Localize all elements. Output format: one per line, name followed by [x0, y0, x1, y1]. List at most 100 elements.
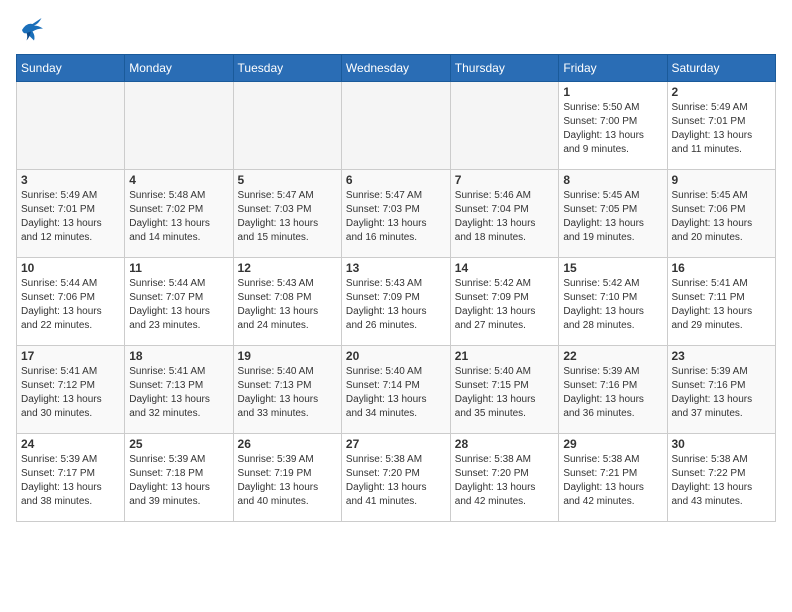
logo-bird-icon — [16, 16, 46, 44]
day-info: Sunrise: 5:41 AM Sunset: 7:11 PM Dayligh… — [672, 277, 772, 333]
day-info: Sunrise: 5:40 AM Sunset: 7:14 PM Dayligh… — [346, 365, 446, 421]
day-number: 15 — [563, 261, 662, 275]
day-number: 11 — [129, 261, 228, 275]
calendar-day-cell: 10 Sunrise: 5:44 AM Sunset: 7:06 PM Dayl… — [17, 258, 125, 346]
calendar-day-cell: 30 Sunrise: 5:38 AM Sunset: 7:22 PM Dayl… — [667, 434, 776, 522]
calendar-day-cell: 24 Sunrise: 5:39 AM Sunset: 7:17 PM Dayl… — [17, 434, 125, 522]
day-info: Sunrise: 5:39 AM Sunset: 7:19 PM Dayligh… — [238, 453, 337, 509]
calendar-day-header: Tuesday — [233, 55, 341, 82]
calendar-day-cell: 1 Sunrise: 5:50 AM Sunset: 7:00 PM Dayli… — [559, 82, 667, 170]
calendar-day-cell: 2 Sunrise: 5:49 AM Sunset: 7:01 PM Dayli… — [667, 82, 776, 170]
day-info: Sunrise: 5:38 AM Sunset: 7:20 PM Dayligh… — [455, 453, 555, 509]
calendar-day-header: Sunday — [17, 55, 125, 82]
calendar-day-cell: 28 Sunrise: 5:38 AM Sunset: 7:20 PM Dayl… — [450, 434, 559, 522]
calendar-day-cell: 13 Sunrise: 5:43 AM Sunset: 7:09 PM Dayl… — [341, 258, 450, 346]
day-number: 30 — [672, 437, 772, 451]
day-number: 17 — [21, 349, 120, 363]
day-info: Sunrise: 5:50 AM Sunset: 7:00 PM Dayligh… — [563, 101, 662, 157]
calendar-week-row: 3 Sunrise: 5:49 AM Sunset: 7:01 PM Dayli… — [17, 170, 776, 258]
day-number: 12 — [238, 261, 337, 275]
calendar-day-cell: 25 Sunrise: 5:39 AM Sunset: 7:18 PM Dayl… — [125, 434, 233, 522]
calendar-day-cell: 4 Sunrise: 5:48 AM Sunset: 7:02 PM Dayli… — [125, 170, 233, 258]
day-info: Sunrise: 5:45 AM Sunset: 7:05 PM Dayligh… — [563, 189, 662, 245]
day-info: Sunrise: 5:41 AM Sunset: 7:13 PM Dayligh… — [129, 365, 228, 421]
calendar-day-cell: 12 Sunrise: 5:43 AM Sunset: 7:08 PM Dayl… — [233, 258, 341, 346]
calendar-day-cell: 15 Sunrise: 5:42 AM Sunset: 7:10 PM Dayl… — [559, 258, 667, 346]
day-number: 1 — [563, 85, 662, 99]
day-number: 14 — [455, 261, 555, 275]
day-number: 19 — [238, 349, 337, 363]
day-number: 16 — [672, 261, 772, 275]
day-info: Sunrise: 5:42 AM Sunset: 7:09 PM Dayligh… — [455, 277, 555, 333]
calendar-day-cell: 29 Sunrise: 5:38 AM Sunset: 7:21 PM Dayl… — [559, 434, 667, 522]
day-number: 8 — [563, 173, 662, 187]
day-info: Sunrise: 5:41 AM Sunset: 7:12 PM Dayligh… — [21, 365, 120, 421]
calendar-day-cell — [17, 82, 125, 170]
calendar-day-header: Wednesday — [341, 55, 450, 82]
calendar-day-cell — [341, 82, 450, 170]
day-info: Sunrise: 5:40 AM Sunset: 7:15 PM Dayligh… — [455, 365, 555, 421]
day-number: 7 — [455, 173, 555, 187]
day-number: 28 — [455, 437, 555, 451]
day-info: Sunrise: 5:39 AM Sunset: 7:18 PM Dayligh… — [129, 453, 228, 509]
calendar-day-cell: 16 Sunrise: 5:41 AM Sunset: 7:11 PM Dayl… — [667, 258, 776, 346]
calendar-week-row: 1 Sunrise: 5:50 AM Sunset: 7:00 PM Dayli… — [17, 82, 776, 170]
calendar-week-row: 24 Sunrise: 5:39 AM Sunset: 7:17 PM Dayl… — [17, 434, 776, 522]
calendar-day-cell: 11 Sunrise: 5:44 AM Sunset: 7:07 PM Dayl… — [125, 258, 233, 346]
day-info: Sunrise: 5:49 AM Sunset: 7:01 PM Dayligh… — [672, 101, 772, 157]
day-info: Sunrise: 5:38 AM Sunset: 7:21 PM Dayligh… — [563, 453, 662, 509]
page-header — [16, 16, 776, 44]
calendar-day-cell: 6 Sunrise: 5:47 AM Sunset: 7:03 PM Dayli… — [341, 170, 450, 258]
day-info: Sunrise: 5:38 AM Sunset: 7:22 PM Dayligh… — [672, 453, 772, 509]
day-number: 2 — [672, 85, 772, 99]
calendar-day-header: Thursday — [450, 55, 559, 82]
day-number: 23 — [672, 349, 772, 363]
logo — [16, 16, 50, 44]
day-number: 6 — [346, 173, 446, 187]
day-number: 25 — [129, 437, 228, 451]
day-number: 10 — [21, 261, 120, 275]
calendar-day-cell: 14 Sunrise: 5:42 AM Sunset: 7:09 PM Dayl… — [450, 258, 559, 346]
calendar-day-header: Saturday — [667, 55, 776, 82]
day-info: Sunrise: 5:39 AM Sunset: 7:16 PM Dayligh… — [672, 365, 772, 421]
day-info: Sunrise: 5:40 AM Sunset: 7:13 PM Dayligh… — [238, 365, 337, 421]
calendar-day-cell: 27 Sunrise: 5:38 AM Sunset: 7:20 PM Dayl… — [341, 434, 450, 522]
calendar-day-cell: 7 Sunrise: 5:46 AM Sunset: 7:04 PM Dayli… — [450, 170, 559, 258]
day-info: Sunrise: 5:39 AM Sunset: 7:16 PM Dayligh… — [563, 365, 662, 421]
calendar-day-cell: 26 Sunrise: 5:39 AM Sunset: 7:19 PM Dayl… — [233, 434, 341, 522]
calendar-day-header: Friday — [559, 55, 667, 82]
calendar-day-cell: 5 Sunrise: 5:47 AM Sunset: 7:03 PM Dayli… — [233, 170, 341, 258]
day-info: Sunrise: 5:38 AM Sunset: 7:20 PM Dayligh… — [346, 453, 446, 509]
calendar-table: SundayMondayTuesdayWednesdayThursdayFrid… — [16, 54, 776, 522]
day-info: Sunrise: 5:39 AM Sunset: 7:17 PM Dayligh… — [21, 453, 120, 509]
day-info: Sunrise: 5:43 AM Sunset: 7:09 PM Dayligh… — [346, 277, 446, 333]
calendar-day-cell: 22 Sunrise: 5:39 AM Sunset: 7:16 PM Dayl… — [559, 346, 667, 434]
calendar-day-cell: 21 Sunrise: 5:40 AM Sunset: 7:15 PM Dayl… — [450, 346, 559, 434]
day-info: Sunrise: 5:47 AM Sunset: 7:03 PM Dayligh… — [346, 189, 446, 245]
calendar-day-cell — [450, 82, 559, 170]
calendar-day-header: Monday — [125, 55, 233, 82]
calendar-week-row: 17 Sunrise: 5:41 AM Sunset: 7:12 PM Dayl… — [17, 346, 776, 434]
day-info: Sunrise: 5:48 AM Sunset: 7:02 PM Dayligh… — [129, 189, 228, 245]
day-number: 5 — [238, 173, 337, 187]
day-info: Sunrise: 5:44 AM Sunset: 7:07 PM Dayligh… — [129, 277, 228, 333]
day-info: Sunrise: 5:44 AM Sunset: 7:06 PM Dayligh… — [21, 277, 120, 333]
day-number: 29 — [563, 437, 662, 451]
day-info: Sunrise: 5:42 AM Sunset: 7:10 PM Dayligh… — [563, 277, 662, 333]
day-info: Sunrise: 5:47 AM Sunset: 7:03 PM Dayligh… — [238, 189, 337, 245]
calendar-day-cell: 3 Sunrise: 5:49 AM Sunset: 7:01 PM Dayli… — [17, 170, 125, 258]
day-number: 26 — [238, 437, 337, 451]
day-info: Sunrise: 5:43 AM Sunset: 7:08 PM Dayligh… — [238, 277, 337, 333]
calendar-day-cell: 19 Sunrise: 5:40 AM Sunset: 7:13 PM Dayl… — [233, 346, 341, 434]
calendar-day-cell: 17 Sunrise: 5:41 AM Sunset: 7:12 PM Dayl… — [17, 346, 125, 434]
day-number: 4 — [129, 173, 228, 187]
day-number: 22 — [563, 349, 662, 363]
calendar-day-cell: 18 Sunrise: 5:41 AM Sunset: 7:13 PM Dayl… — [125, 346, 233, 434]
calendar-day-cell: 9 Sunrise: 5:45 AM Sunset: 7:06 PM Dayli… — [667, 170, 776, 258]
day-number: 27 — [346, 437, 446, 451]
day-info: Sunrise: 5:49 AM Sunset: 7:01 PM Dayligh… — [21, 189, 120, 245]
day-number: 9 — [672, 173, 772, 187]
calendar-day-cell — [125, 82, 233, 170]
day-number: 24 — [21, 437, 120, 451]
calendar-header-row: SundayMondayTuesdayWednesdayThursdayFrid… — [17, 55, 776, 82]
